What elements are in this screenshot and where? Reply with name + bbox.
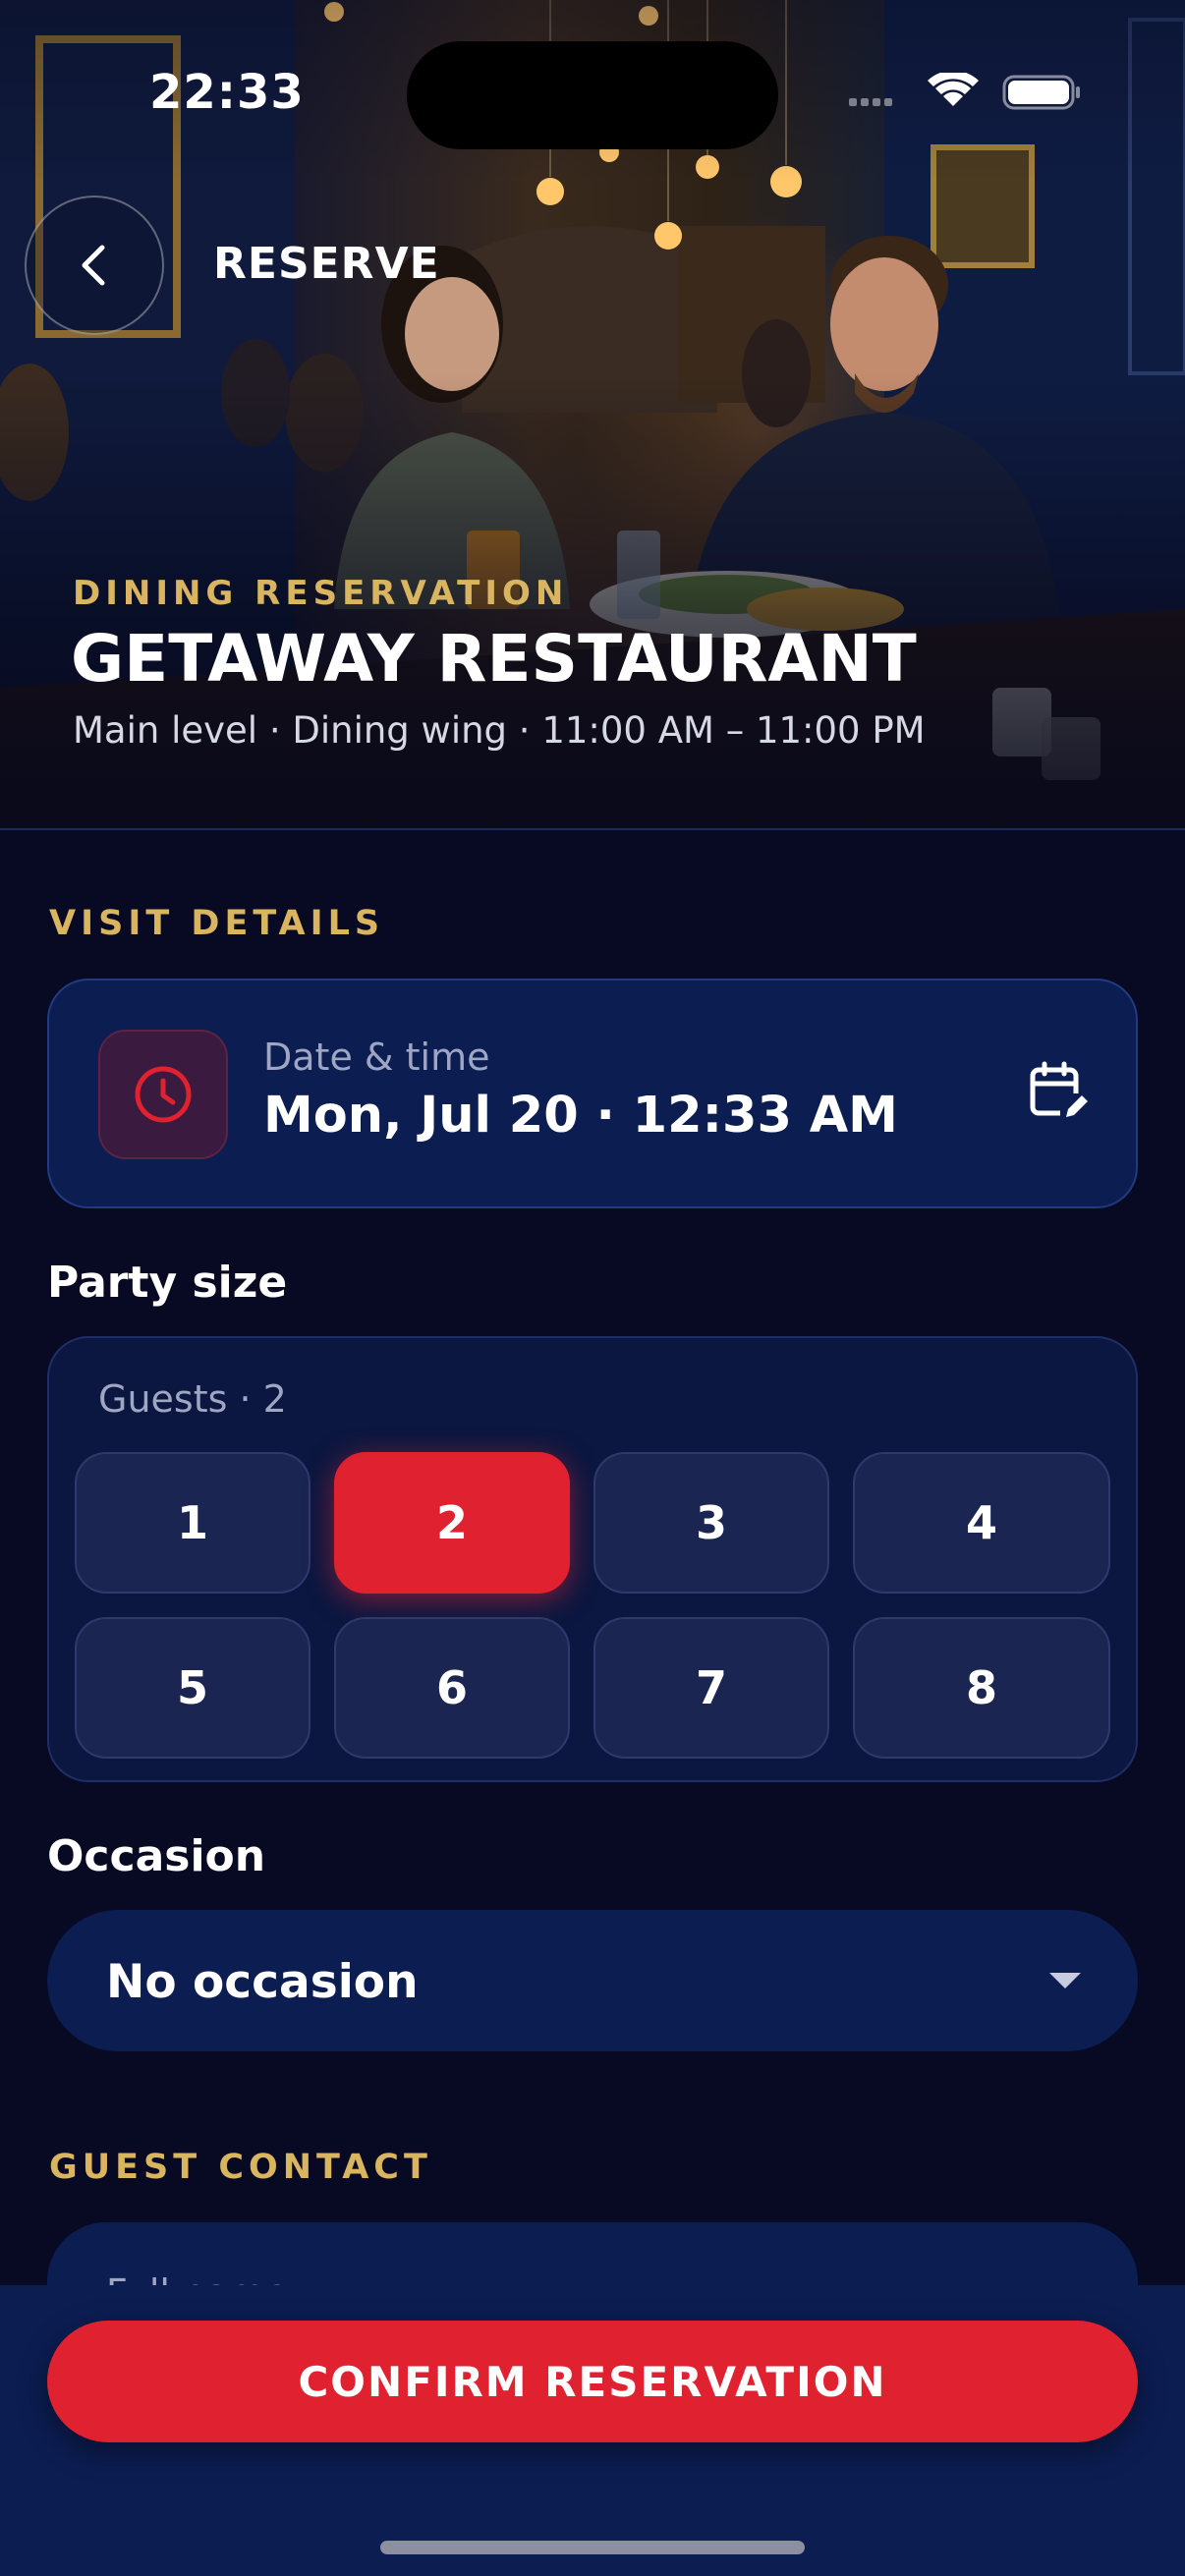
restaurant-meta: Main level · Dining wing · 11:00 AM – 11… (73, 709, 926, 752)
home-indicator (380, 2541, 805, 2554)
datetime-label: Date & time (263, 1036, 490, 1079)
hero-banner: 22:33 RESERVE DINING RESERVATION GETAWAY… (0, 0, 1185, 830)
clock-icon (135, 1066, 192, 1123)
clock-icon-box (98, 1030, 228, 1159)
back-button[interactable] (25, 196, 164, 335)
occasion-label: Occasion (47, 1831, 266, 1881)
chevron-left-icon (82, 245, 105, 286)
battery-icon (1002, 75, 1080, 110)
datetime-value: Mon, Jul 20 · 12:33 AM (263, 1087, 898, 1145)
status-icons (849, 73, 1080, 110)
calendar-edit-icon (1030, 1061, 1090, 1123)
guest-option-7[interactable]: 7 (593, 1617, 829, 1759)
guest-option-3[interactable]: 3 (593, 1452, 829, 1594)
guest-option-5[interactable]: 5 (75, 1617, 310, 1759)
dynamic-island (407, 41, 778, 149)
guest-option-6[interactable]: 6 (334, 1617, 570, 1759)
hero-eyebrow: DINING RESERVATION (73, 574, 569, 613)
page-title: RESERVE (213, 239, 440, 289)
party-size-label: Party size (47, 1258, 288, 1308)
guest-option-1[interactable]: 1 (75, 1452, 310, 1594)
occasion-dropdown[interactable]: No occasion (47, 1910, 1138, 2051)
cellular-signal-icon (849, 98, 892, 106)
guest-option-8[interactable]: 8 (853, 1617, 1110, 1759)
visit-details-heading: VISIT DETAILS (49, 904, 385, 943)
datetime-picker[interactable]: Date & time Mon, Jul 20 · 12:33 AM (47, 979, 1138, 1208)
wifi-icon (928, 73, 979, 106)
guest-option-2[interactable]: 2 (334, 1452, 570, 1594)
status-time: 22:33 (149, 65, 305, 120)
guest-contact-heading: GUEST CONTACT (49, 2148, 432, 2187)
guest-option-4[interactable]: 4 (853, 1452, 1110, 1594)
confirm-reservation-button[interactable]: CONFIRM RESERVATION (47, 2321, 1138, 2442)
guests-count-label: Guests · 2 (98, 1377, 287, 1421)
party-size-card: Guests · 2 1 2 3 4 5 6 7 8 (47, 1336, 1138, 1782)
occasion-value: No occasion (106, 1955, 419, 2009)
calendar-edit-button[interactable] (1022, 1055, 1095, 1128)
bottom-action-bar: CONFIRM RESERVATION (0, 2285, 1185, 2576)
caret-down-icon (1049, 1973, 1081, 1988)
restaurant-name: GETAWAY RESTAURANT (71, 621, 917, 697)
